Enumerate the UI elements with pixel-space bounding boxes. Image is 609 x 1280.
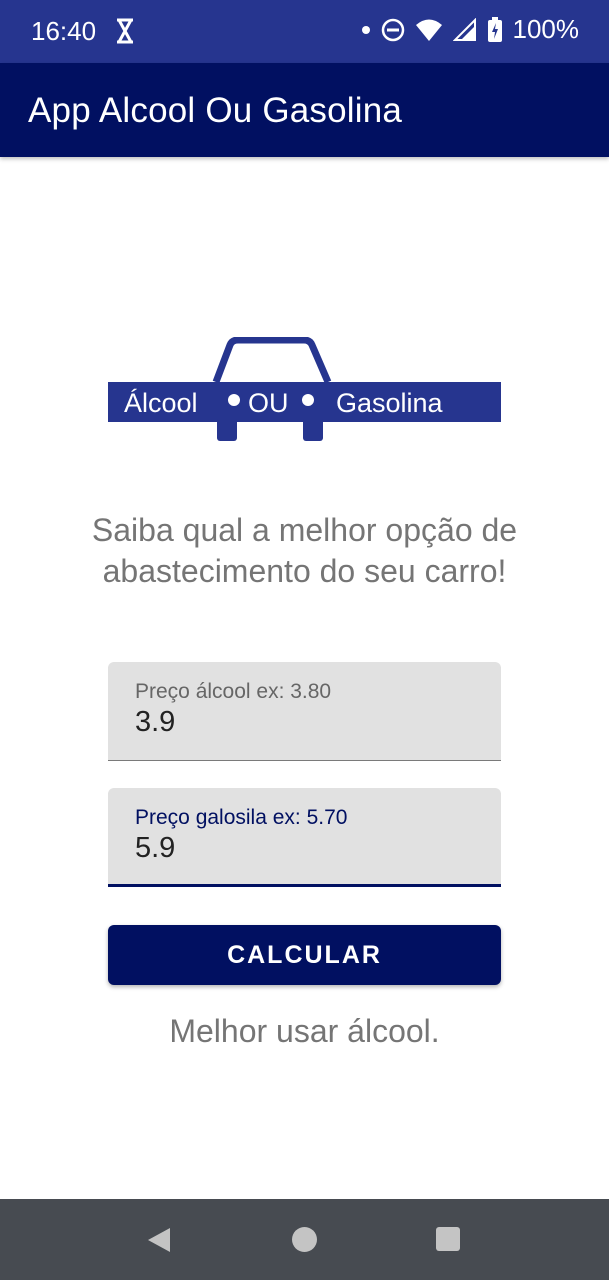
battery-percentage: 100% <box>512 14 580 44</box>
status-icons: 100% <box>361 14 580 45</box>
app-bar: App Alcool Ou Gasolina <box>0 63 609 157</box>
logo-text-left: Álcool <box>124 388 198 418</box>
calcular-button[interactable]: CALCULAR <box>108 925 501 985</box>
gasolina-price-input[interactable]: 5.9 <box>135 832 175 865</box>
app-logo: Álcool OU Gasolina <box>108 337 501 441</box>
alcool-price-label: Preço álcool ex: 3.80 <box>135 680 332 703</box>
calcular-button-label: CALCULAR <box>227 940 382 969</box>
logo-text-middle: OU <box>248 388 289 418</box>
result-text: Melhor usar álcool. <box>169 1013 440 1049</box>
back-icon[interactable] <box>146 1226 172 1254</box>
wifi-icon <box>415 19 442 41</box>
status-time: 16:40 <box>31 16 97 46</box>
gasolina-price-label: Preço galosila ex: 5.70 <box>135 806 348 829</box>
hourglass-icon <box>117 18 133 44</box>
signal-icon <box>452 17 476 41</box>
logo-text-right: Gasolina <box>336 388 444 418</box>
navigation-bar <box>0 1199 609 1280</box>
home-icon[interactable] <box>292 1227 317 1252</box>
recents-icon[interactable] <box>436 1227 460 1251</box>
status-bar: 16:40 100% <box>0 0 609 63</box>
alcool-price-field[interactable]: Preço álcool ex: 3.80 3.9 <box>108 662 501 761</box>
do-not-disturb-icon <box>381 18 404 41</box>
alcool-price-input[interactable]: 3.9 <box>135 706 175 739</box>
gasolina-price-field[interactable]: Preço galosila ex: 5.70 5.9 <box>108 788 501 887</box>
headline: Saiba qual a melhor opção de abastecimen… <box>91 512 518 589</box>
notification-dot-icon <box>361 25 370 34</box>
app-title: App Alcool Ou Gasolina <box>28 91 403 130</box>
battery-charging-icon <box>487 16 502 42</box>
